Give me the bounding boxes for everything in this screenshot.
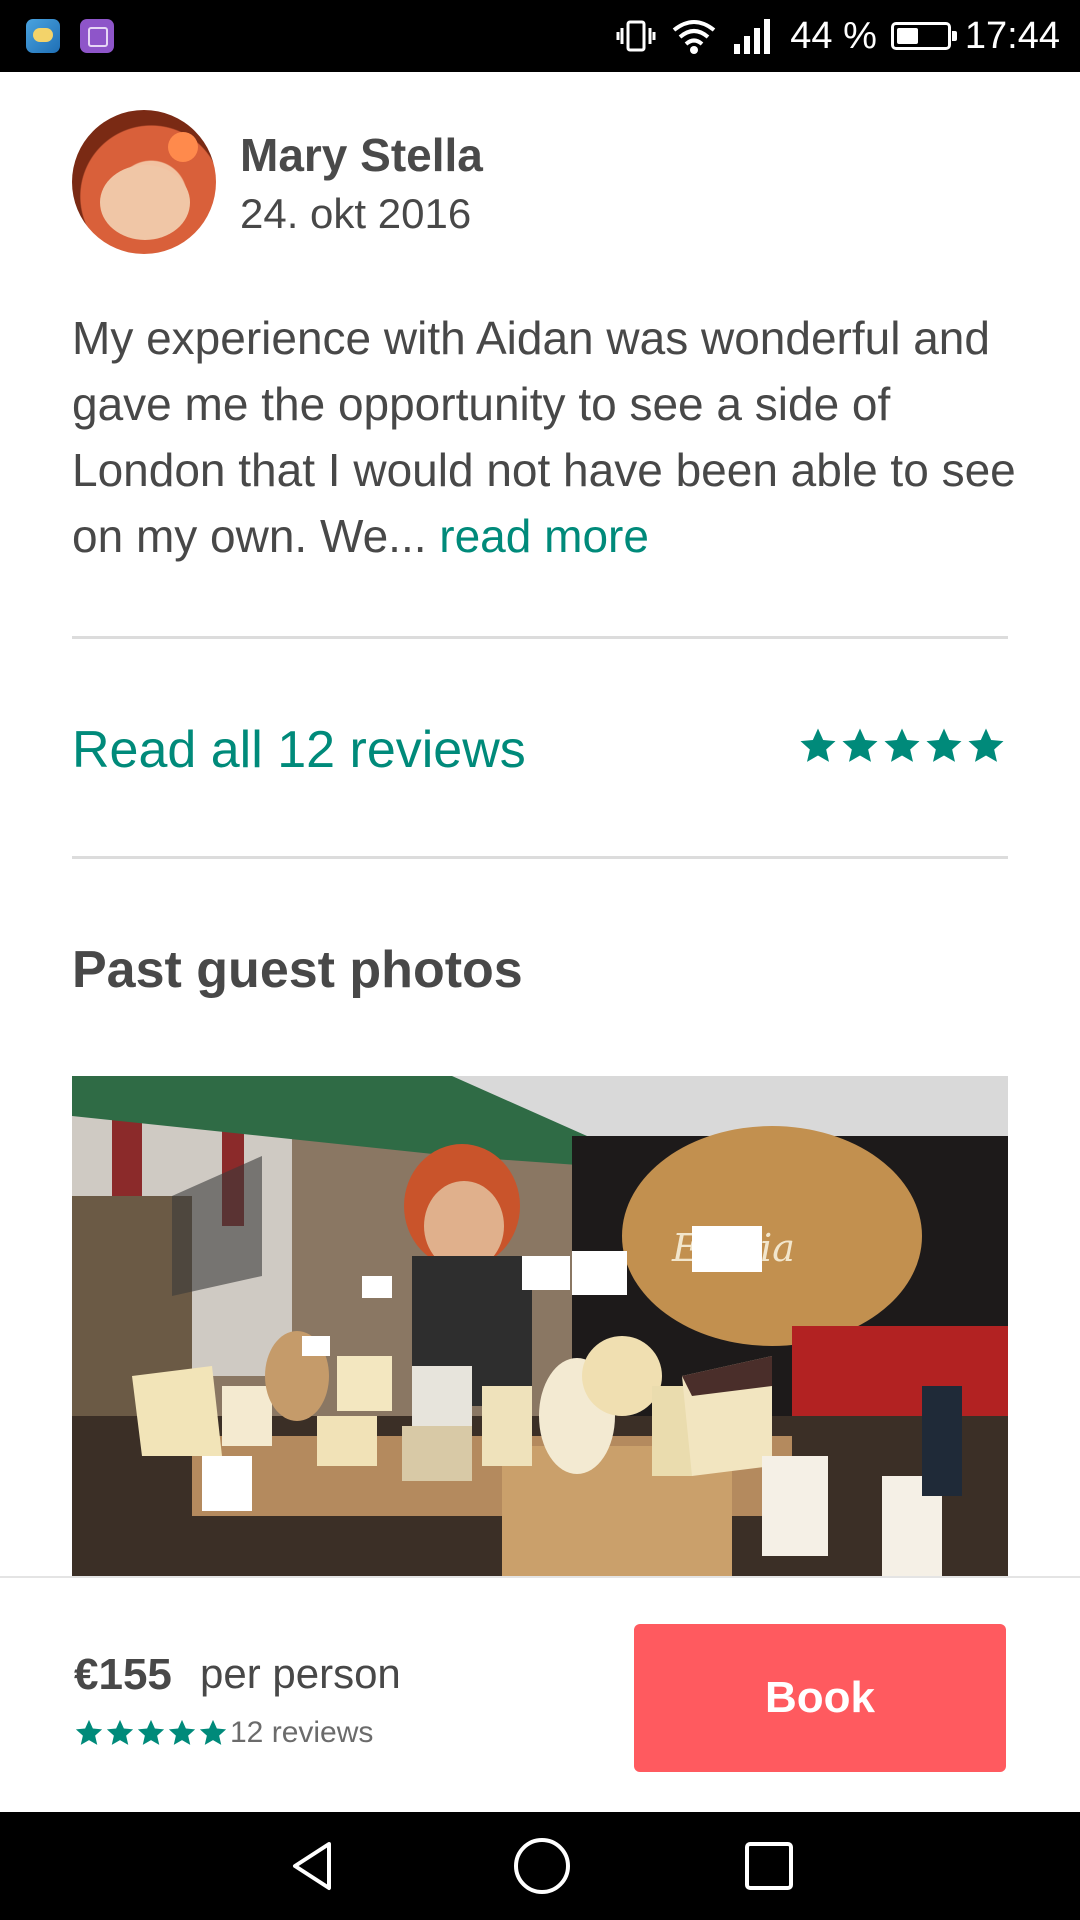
price: €155 — [74, 1650, 172, 1699]
gallery-app-icon — [80, 19, 114, 53]
booking-rating-stars — [74, 1718, 228, 1748]
reviews-count[interactable]: 12 reviews — [230, 1716, 373, 1750]
reviewer-name[interactable]: Mary Stella — [240, 128, 483, 182]
review-date: 24. okt 2016 — [240, 190, 472, 237]
read-all-reviews-link[interactable]: Read all 12 reviews — [72, 720, 526, 780]
divider — [72, 636, 1008, 639]
battery-level — [896, 28, 918, 44]
per-person-label: per person — [200, 1650, 401, 1697]
back-nav-icon[interactable] — [285, 1838, 341, 1894]
weather-app-icon — [26, 19, 60, 53]
read-more-link[interactable]: read more — [439, 510, 649, 562]
status-bar: 44 % 17:44 — [0, 0, 1080, 72]
battery-icon — [890, 22, 957, 50]
system-nav-bar — [0, 1812, 1080, 1920]
vibrate-icon — [616, 20, 656, 52]
guest-photo[interactable]: Emilia — [72, 1076, 1008, 1576]
star-icon — [75, 1719, 103, 1745]
divider — [72, 856, 1008, 859]
review-text: My experience with Aidan was wonderful a… — [72, 305, 1017, 569]
battery-percent: 44 % — [790, 14, 877, 57]
signal-icon — [734, 19, 771, 54]
book-button[interactable]: Book — [634, 1624, 1006, 1772]
wifi-icon — [673, 20, 716, 54]
star-icon — [968, 728, 1004, 762]
rating-stars — [798, 726, 1006, 766]
booking-bar: €155 per person 12 reviews Book — [0, 1576, 1080, 1812]
recents-nav-icon[interactable] — [743, 1840, 795, 1892]
star-icon — [106, 1719, 134, 1745]
star-icon — [137, 1719, 165, 1745]
clock: 17:44 — [964, 14, 1060, 57]
star-icon — [800, 728, 836, 762]
cheese-stall-image: Emilia — [72, 1076, 1008, 1576]
star-icon — [199, 1719, 227, 1745]
star-icon — [884, 728, 920, 762]
star-icon — [926, 728, 962, 762]
past-guest-photos-title: Past guest photos — [72, 941, 523, 999]
home-nav-icon[interactable] — [512, 1836, 572, 1896]
star-icon — [842, 728, 878, 762]
star-icon — [168, 1719, 196, 1745]
reviewer-avatar[interactable] — [72, 110, 216, 254]
